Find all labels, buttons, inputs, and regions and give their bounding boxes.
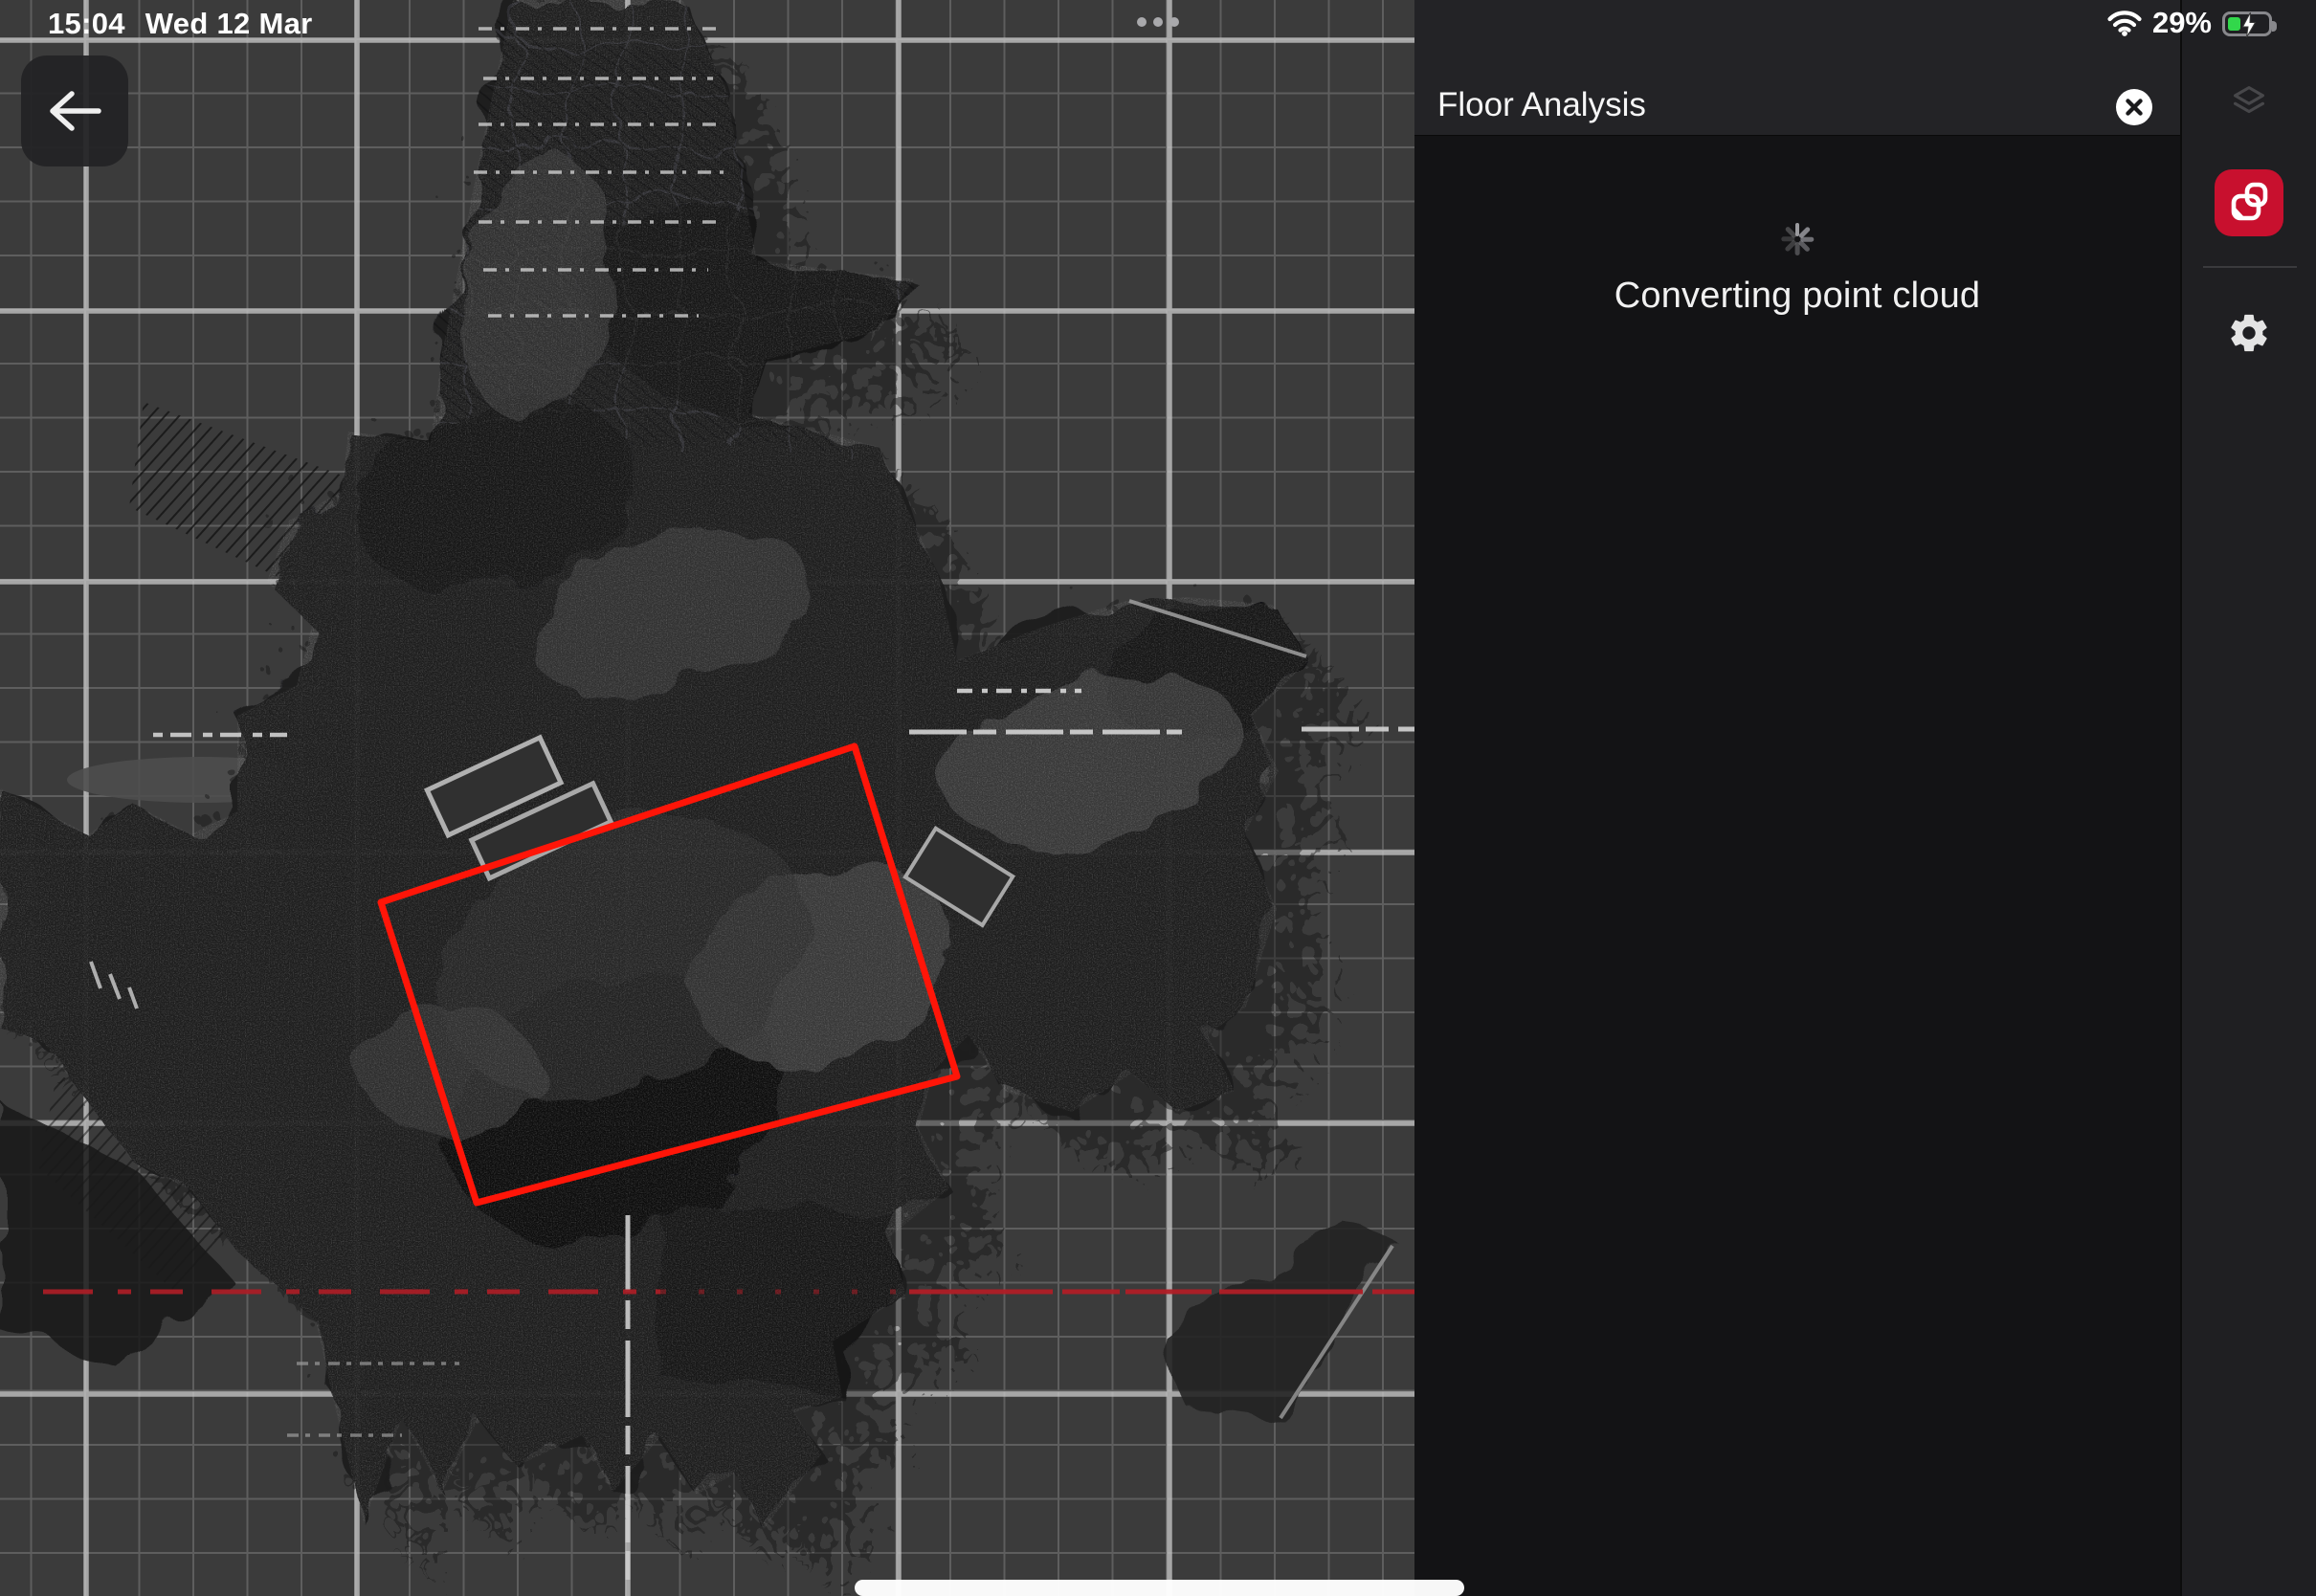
panel-title: Floor Analysis [1437, 86, 1646, 124]
multitask-dot [1153, 17, 1163, 27]
point-cloud-convert-icon [2227, 181, 2271, 225]
right-toolbar [2180, 0, 2316, 1596]
status-bar: 15:04 Wed 12 Mar 29% [0, 0, 2316, 42]
charging-bolt-icon [2241, 12, 2257, 37]
battery-fill [2228, 17, 2240, 31]
status-left: 15:04 Wed 12 Mar [48, 7, 313, 41]
status-date: Wed 12 Mar [145, 7, 313, 41]
back-arrow-icon [47, 89, 102, 133]
back-button[interactable] [21, 55, 128, 166]
layers-icon [2230, 82, 2268, 121]
multitask-indicator[interactable] [1137, 17, 1179, 27]
multitask-dot [1137, 17, 1147, 27]
floor-analysis-button[interactable] [2215, 169, 2283, 236]
battery-cap [2272, 21, 2277, 32]
settings-gear-icon [2227, 311, 2271, 355]
toolbar-divider [2203, 266, 2297, 268]
screen: Floor Analysis Converting point cloud [0, 0, 2316, 1596]
wifi-icon [2107, 10, 2142, 36]
loading-spinner-icon [1775, 217, 1819, 261]
settings-button[interactable] [2215, 299, 2283, 367]
floor-analysis-panel: Floor Analysis Converting point cloud [1414, 0, 2180, 1596]
close-icon [2116, 89, 2152, 125]
status-time: 15:04 [48, 7, 125, 41]
layers-button[interactable] [2215, 67, 2283, 136]
conversion-status-message: Converting point cloud [1414, 276, 2180, 317]
multitask-dot [1169, 17, 1179, 27]
home-indicator[interactable] [855, 1580, 1464, 1596]
battery-percent: 29% [2152, 6, 2212, 40]
status-right: 29% [2107, 6, 2272, 40]
close-button[interactable] [2116, 89, 2152, 125]
battery-charging-icon [2222, 11, 2272, 36]
